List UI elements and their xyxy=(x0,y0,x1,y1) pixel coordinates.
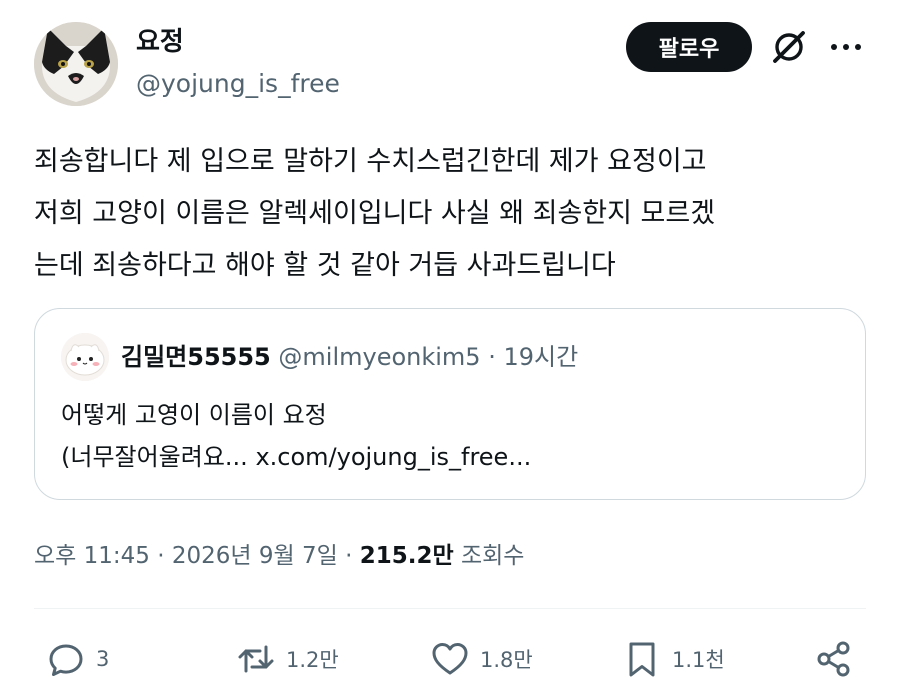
bookmark-count: 1.1천 xyxy=(672,648,725,672)
reply-icon xyxy=(49,644,83,676)
bookmark-button[interactable]: 1.1천 xyxy=(622,636,725,682)
author-handle[interactable]: @yojung_is_free xyxy=(136,66,340,102)
character-avatar-icon xyxy=(61,333,109,381)
retweet-count: 1.2만 xyxy=(286,648,339,672)
reply-button[interactable]: 3 xyxy=(46,636,109,682)
quoted-text-line: 어떻게 고영이 이름이 요정 xyxy=(61,401,327,429)
retweet-icon xyxy=(238,645,274,673)
quoted-header: 김밀면55555 @milmyeonkim5 · 19시간 xyxy=(121,337,578,377)
more-icon[interactable] xyxy=(826,26,866,68)
tweet-meta: 오후 11:45 · 2026년 9월 7일 · 215.2만 조회수 xyxy=(34,538,524,574)
tweet-time[interactable]: 오후 11:45 xyxy=(34,543,150,569)
tweet-date[interactable]: 2026년 9월 7일 xyxy=(172,543,338,569)
tweet-line: 저희 고양이 이름은 알렉세이입니다 사실 왜 죄송한지 모르겠 xyxy=(34,198,716,229)
meta-separator: · xyxy=(345,543,353,569)
quoted-tweet[interactable]: 김밀면55555 @milmyeonkim5 · 19시간 어떻게 고영이 이름… xyxy=(34,308,866,500)
meta-separator: · xyxy=(157,543,165,569)
share-icon xyxy=(817,641,850,677)
reply-count: 3 xyxy=(96,647,110,671)
view-count-label: 조회수 xyxy=(460,543,525,569)
tweet-text: 죄송합니다 제 입으로 말하기 수치스럽긴한데 제가 요정이고 저희 고양이 이… xyxy=(34,136,874,292)
heart-icon xyxy=(432,643,468,675)
quoted-time[interactable]: 19시간 xyxy=(503,343,578,371)
author-name[interactable]: 요정 xyxy=(136,24,184,60)
like-count: 1.8만 xyxy=(480,648,533,672)
tweet-line: 는데 죄송하다고 해야 할 것 같아 거듭 사과드립니다 xyxy=(34,250,616,281)
quoted-avatar[interactable] xyxy=(61,333,109,381)
cat-avatar-icon xyxy=(34,22,118,106)
view-count: 215.2만 xyxy=(359,543,454,569)
tweet-line: 죄송합니다 제 입으로 말하기 수치스럽긴한데 제가 요정이고 xyxy=(34,146,707,177)
author-avatar[interactable] xyxy=(34,22,118,106)
grok-icon[interactable] xyxy=(768,26,810,68)
quoted-author-handle[interactable]: @milmyeonkim5 xyxy=(278,343,480,371)
divider xyxy=(34,608,866,609)
quoted-separator: · xyxy=(488,343,496,371)
follow-button[interactable]: 팔로우 xyxy=(626,22,752,72)
retweet-button[interactable]: 1.2만 xyxy=(236,636,339,682)
quoted-text-line: (너무잘어울려요... x.com/yojung_is_free... xyxy=(61,443,532,471)
quoted-author-name[interactable]: 김밀면55555 xyxy=(121,343,271,371)
like-button[interactable]: 1.8만 xyxy=(430,636,533,682)
bookmark-icon xyxy=(629,642,655,677)
share-button[interactable] xyxy=(814,636,854,682)
